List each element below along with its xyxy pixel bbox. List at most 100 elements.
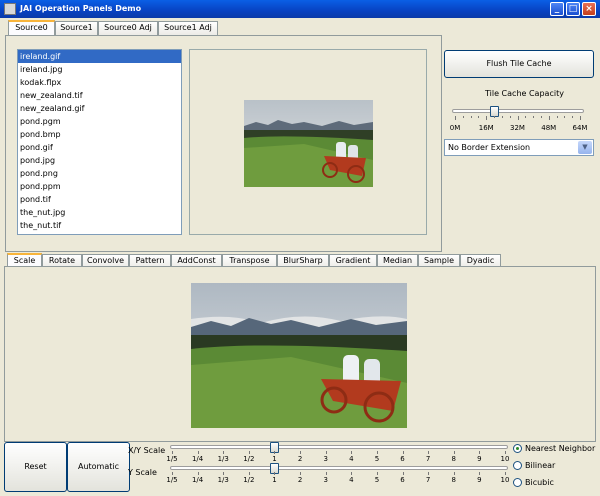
scale-tick-label: 7 [425,476,431,484]
window-title: JAI Operation Panels Demo [20,4,142,13]
scale-tick-label: 2 [297,476,303,484]
cache-tick-label: 48M [541,124,557,132]
cache-tick-label: 16M [478,124,494,132]
cache-minor-tick [509,116,511,118]
scale-tick [479,472,481,475]
cache-minor-tick [501,116,503,118]
scale-tick-label: 7 [425,455,431,463]
scale-tick [505,451,506,454]
reset-button[interactable]: Reset [4,442,67,492]
minimize-button[interactable]: _ [550,2,564,16]
scale-tick [505,472,506,475]
scale-tick-label: 3 [323,455,328,463]
app-icon [4,3,16,15]
interp-radio-nearest-neighbor[interactable] [513,444,522,453]
result-image [191,283,407,428]
cache-minor-tick [540,116,542,118]
y-scale-slider[interactable] [170,466,508,470]
interp-radio-bilinear[interactable] [513,461,522,470]
scale-tick-label: 1 [272,476,277,484]
scale-tick-label: 6 [400,476,405,484]
list-item[interactable]: ireland.jpg [18,63,181,76]
flush-tile-cache-button[interactable]: Flush Tile Cache [444,50,594,78]
scale-tick-label: 5 [374,476,380,484]
list-item[interactable]: pond.bmp [18,128,181,141]
list-item[interactable]: pond.png [18,167,181,180]
scale-tick [428,472,430,475]
cache-capacity-slider[interactable] [452,109,584,113]
tab-source1-adj[interactable]: Source1 Adj [158,21,218,35]
scale-tick-label: 1/4 [191,476,204,484]
scale-tick [376,451,378,454]
maximize-button[interactable]: □ [566,2,580,16]
scale-tick [223,451,225,454]
scale-tick-label: 1/5 [166,455,178,463]
scale-tick [300,472,302,475]
cache-tick [517,116,519,120]
scale-tick-label: 2 [297,455,303,463]
cache-tick [455,116,456,120]
automatic-button[interactable]: Automatic [67,442,130,492]
list-item[interactable]: the_nut.jpg [18,206,181,219]
cache-minor-tick [478,116,480,118]
cache-minor-tick [494,116,496,118]
scale-tick-label: 1 [272,455,277,463]
cache-minor-tick [470,116,472,118]
cache-minor-tick [525,116,527,118]
chevron-down-icon[interactable]: ▼ [578,141,592,154]
scale-tick [248,472,250,475]
list-item[interactable]: pond.jpg [18,154,181,167]
scale-tick-label: 1/2 [243,455,255,463]
list-item[interactable]: pond.pgm [18,115,181,128]
list-item[interactable]: new_zealand.tif [18,89,181,102]
file-list[interactable]: ireland.gif ireland.jpg kodak.flpx new_zeal… [17,49,182,235]
scale-tick [325,451,327,454]
list-item[interactable]: the_nut.tif [18,219,181,232]
list-item[interactable]: kodak.flpx [18,76,181,89]
scale-tick [172,472,173,475]
scale-tick-label: 3 [323,476,328,484]
list-item[interactable]: pond.tif [18,193,181,206]
tab-source0-adj[interactable]: Source0 Adj [98,21,158,35]
scale-tick [197,451,199,454]
scale-tick [402,472,404,475]
scale-tick [351,472,353,475]
scale-tick [325,472,327,475]
scale-tick [274,472,276,475]
scale-tick-label: 5 [374,455,380,463]
scale-tick-label: 10 [500,476,510,484]
xy-scale-label: X/Y Scale [128,446,166,455]
interp-radio-label: Bilinear [525,461,556,470]
list-item[interactable]: new_zealand.gif [18,102,181,115]
scale-tick [453,472,455,475]
scale-tick-label: 8 [451,476,456,484]
scale-tick-label: 1/3 [217,455,229,463]
scale-tick [274,451,276,454]
cache-tick [486,116,488,120]
tab-source1[interactable]: Source1 [55,21,98,35]
cache-minor-tick [556,116,558,118]
scale-tick [479,451,481,454]
scale-tick [223,472,225,475]
close-button[interactable]: × [582,2,596,16]
scale-tick [300,451,302,454]
scale-tick [351,451,353,454]
scale-tick-label: 8 [451,455,456,463]
cache-tick-label: 64M [572,124,588,132]
scale-tick [453,451,455,454]
tab-source0[interactable]: Source0 [8,20,55,35]
border-extension-combo[interactable]: No Border Extension ▼ [444,139,594,156]
xy-scale-slider[interactable] [170,445,508,449]
interp-radio-bicubic[interactable] [513,478,522,487]
list-item[interactable]: ireland.gif [18,50,181,63]
cache-minor-tick [572,116,574,118]
source-image-viewer [189,49,427,235]
cache-tick [580,116,581,120]
scale-tick [376,472,378,475]
list-item[interactable]: pond.gif [18,141,181,154]
scale-tick [197,472,199,475]
scale-tick-label: 1/3 [217,476,229,484]
cache-minor-tick [533,116,535,118]
list-item[interactable]: pond.ppm [18,180,181,193]
cache-tick-label: 0M [449,124,461,132]
